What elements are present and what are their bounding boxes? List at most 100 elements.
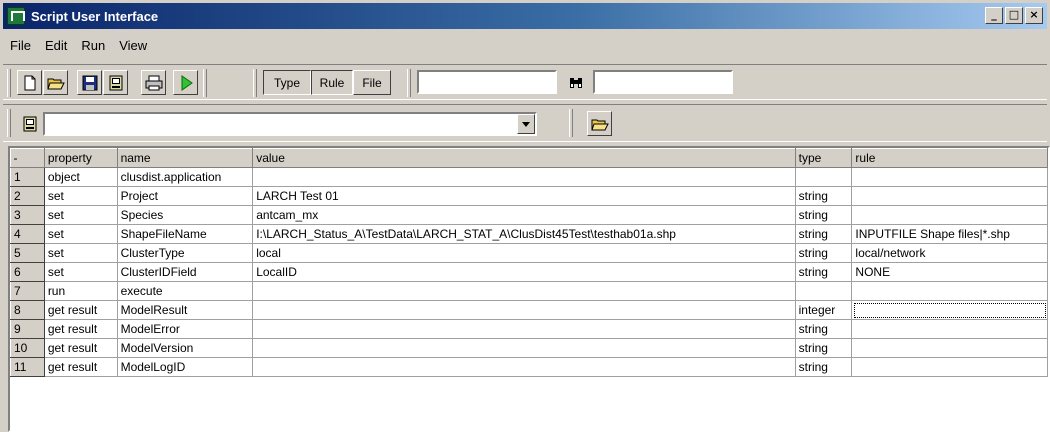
row-number[interactable]: 1: [10, 167, 45, 187]
toolbar-grip[interactable]: [7, 109, 11, 137]
new-button[interactable]: [17, 70, 42, 95]
cell-type[interactable]: integer: [795, 300, 853, 320]
row-number[interactable]: 9: [10, 319, 45, 339]
row-number[interactable]: 7: [10, 281, 45, 301]
chevron-down-icon[interactable]: [517, 114, 535, 134]
cell-value[interactable]: [252, 300, 796, 320]
menu-edit[interactable]: Edit: [38, 38, 74, 53]
table-row[interactable]: 3 set Species antcam_mx string: [10, 205, 1048, 225]
type-toggle[interactable]: Type: [263, 70, 311, 95]
cell-property[interactable]: set: [44, 243, 118, 263]
cell-name[interactable]: Species: [117, 205, 254, 225]
toolbar-grip[interactable]: [7, 69, 11, 97]
toolbar-grip[interactable]: [407, 69, 411, 97]
menu-run[interactable]: Run: [74, 38, 112, 53]
title-bar[interactable]: Script User Interface _ □ ×: [3, 3, 1047, 29]
table-row[interactable]: 11 get result ModelLogID string: [10, 357, 1048, 377]
table-row[interactable]: 9 get result ModelError string: [10, 319, 1048, 339]
cell-rule[interactable]: local/network: [851, 243, 1048, 263]
cell-rule[interactable]: [851, 338, 1048, 358]
row-number[interactable]: 2: [10, 186, 45, 206]
toolbar-grip[interactable]: [569, 109, 573, 137]
cell-name[interactable]: ShapeFileName: [117, 224, 254, 244]
maximize-button[interactable]: □: [1005, 7, 1023, 24]
cell-rule[interactable]: [851, 319, 1048, 339]
cell-type[interactable]: string: [795, 319, 853, 339]
col-header-name[interactable]: name: [117, 148, 254, 168]
cell-property[interactable]: get result: [44, 357, 118, 377]
cell-type[interactable]: string: [795, 338, 853, 358]
cell-type[interactable]: string: [795, 224, 853, 244]
cell-type[interactable]: string: [795, 205, 853, 225]
cell-property[interactable]: get result: [44, 338, 118, 358]
cell-property[interactable]: get result: [44, 300, 118, 320]
cell-property[interactable]: set: [44, 262, 118, 282]
cell-name[interactable]: execute: [117, 281, 254, 301]
cell-property[interactable]: get result: [44, 319, 118, 339]
rule-toggle[interactable]: Rule: [311, 70, 353, 95]
table-row[interactable]: 8 get result ModelResult integer: [10, 300, 1048, 320]
script-save-button[interactable]: [103, 70, 128, 95]
cell-property[interactable]: set: [44, 205, 118, 225]
cell-value[interactable]: [252, 281, 796, 301]
cell-type[interactable]: string: [795, 186, 853, 206]
row-number[interactable]: 11: [10, 357, 45, 377]
cell-name[interactable]: ModelError: [117, 319, 254, 339]
cell-value[interactable]: [252, 167, 796, 187]
menu-file[interactable]: File: [3, 38, 38, 53]
cell-rule[interactable]: NONE: [851, 262, 1048, 282]
cell-name[interactable]: ClusterType: [117, 243, 254, 263]
table-row[interactable]: 2 set Project LARCH Test 01 string: [10, 186, 1048, 206]
cell-type[interactable]: string: [795, 357, 853, 377]
cell-value[interactable]: LARCH Test 01: [252, 186, 796, 206]
open-script-button[interactable]: [587, 111, 612, 136]
table-row[interactable]: 5 set ClusterType local string local/net…: [10, 243, 1048, 263]
cell-name[interactable]: clusdist.application: [117, 167, 254, 187]
table-row[interactable]: 4 set ShapeFileName I:\LARCH_Status_A\Te…: [10, 224, 1048, 244]
cell-property[interactable]: object: [44, 167, 118, 187]
col-header-type[interactable]: type: [795, 148, 853, 168]
cell-value[interactable]: [252, 338, 796, 358]
cell-name[interactable]: ModelVersion: [117, 338, 254, 358]
col-header-value[interactable]: value: [252, 148, 796, 168]
row-number[interactable]: 6: [10, 262, 45, 282]
cell-value[interactable]: local: [252, 243, 796, 263]
col-header-property[interactable]: property: [44, 148, 118, 168]
row-number[interactable]: 5: [10, 243, 45, 263]
row-number[interactable]: 4: [10, 224, 45, 244]
search-input[interactable]: [417, 70, 557, 94]
save-button[interactable]: [77, 70, 102, 95]
cell-property[interactable]: set: [44, 224, 118, 244]
cell-rule[interactable]: [851, 205, 1048, 225]
cell-value[interactable]: [252, 319, 796, 339]
open-button[interactable]: [43, 70, 68, 95]
minimize-button[interactable]: _: [985, 7, 1003, 24]
col-header-index[interactable]: -: [10, 148, 45, 168]
print-button[interactable]: [141, 70, 166, 95]
cell-value[interactable]: [252, 357, 796, 377]
cell-name[interactable]: ModelLogID: [117, 357, 254, 377]
toolbar-grip[interactable]: [253, 69, 257, 97]
cell-value[interactable]: I:\LARCH_Status_A\TestData\LARCH_STAT_A\…: [252, 224, 796, 244]
cell-type[interactable]: [795, 167, 853, 187]
cell-type[interactable]: [795, 281, 853, 301]
cell-rule[interactable]: [851, 281, 1048, 301]
script-icon-button[interactable]: [17, 111, 42, 136]
secondary-input[interactable]: [593, 70, 733, 94]
row-number[interactable]: 3: [10, 205, 45, 225]
cell-type[interactable]: string: [795, 262, 853, 282]
table-row[interactable]: 1 object clusdist.application: [10, 167, 1048, 187]
cell-rule[interactable]: INPUTFILE Shape files|*.shp: [851, 224, 1048, 244]
run-button[interactable]: [173, 70, 198, 95]
cell-rule[interactable]: [851, 186, 1048, 206]
cell-type[interactable]: string: [795, 243, 853, 263]
cell-name[interactable]: ModelResult: [117, 300, 254, 320]
cell-rule-focused[interactable]: [851, 300, 1048, 320]
cell-name[interactable]: Project: [117, 186, 254, 206]
row-number[interactable]: 8: [10, 300, 45, 320]
cell-name[interactable]: ClusterIDField: [117, 262, 254, 282]
cell-property[interactable]: run: [44, 281, 118, 301]
menu-view[interactable]: View: [112, 38, 154, 53]
find-button[interactable]: [563, 70, 588, 95]
file-toggle[interactable]: File: [353, 70, 391, 95]
